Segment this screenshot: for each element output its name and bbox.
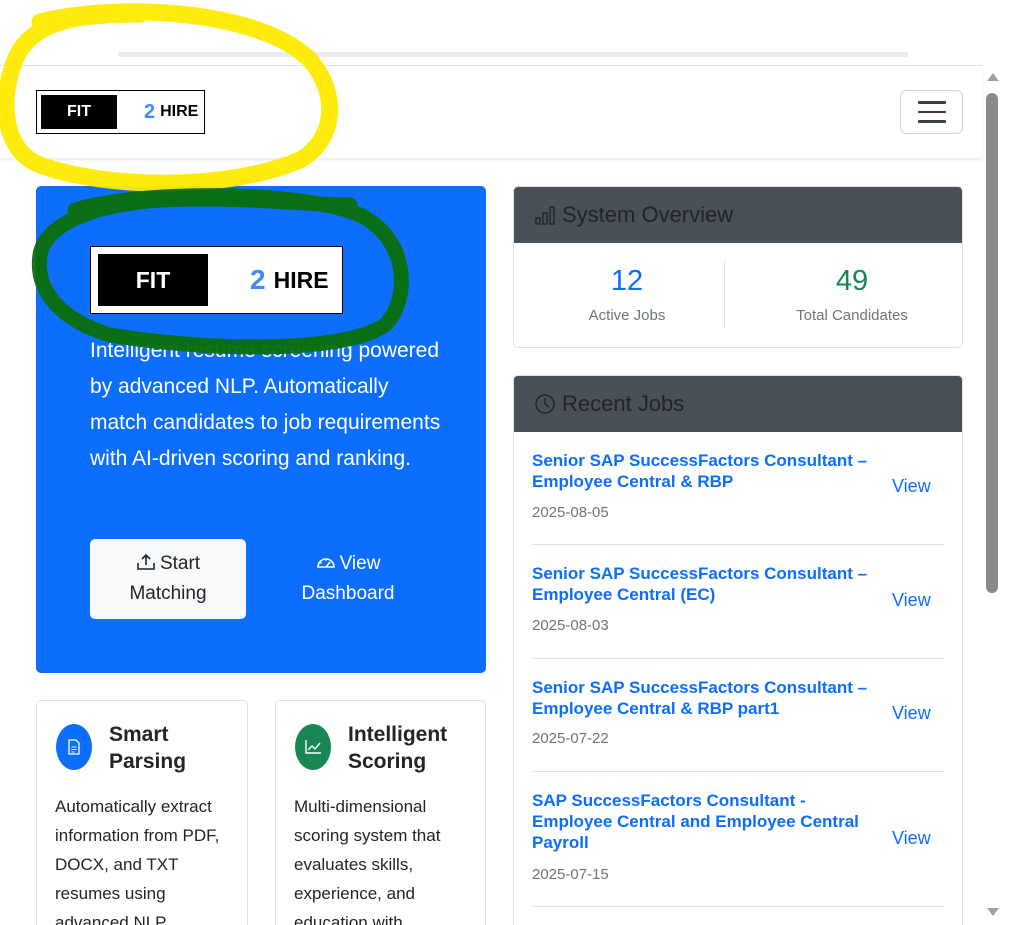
job-title-line: Senior SAP SuccessFactors Consultant – [532,564,868,583]
feature-card-intelligent-scoring: Intelligent Scoring Multi-dimensional sc… [275,700,486,925]
job-date: 2025-07-22 [532,730,609,747]
job-title-link[interactable]: Senior SAP SuccessFactors Consultant – E… [532,677,877,719]
job-view-link[interactable]: View [892,703,931,724]
stat-divider [724,261,725,329]
feature-icon-badge [295,724,331,770]
logo-fit-text: FIT [41,95,117,129]
feature-title-line2: Scoring [348,750,427,773]
job-list-item: Senior SAP SuccessFactors Consultant – E… [532,659,944,772]
recent-jobs-card: Recent Jobs Senior SAP SuccessFactors Co… [513,375,963,925]
job-date: 2025-08-05 [532,504,609,521]
stat-total-candidates: 49 Total Candidates [740,247,962,324]
job-view-link[interactable]: View [892,590,931,611]
navbar-brand-logo[interactable]: FIT 2 HIRE [36,90,205,134]
hamburger-menu-icon [917,120,946,123]
job-list-item: Senior SAP SuccessFactors Consultant – E… [532,545,944,659]
job-date: 2025-07-15 [532,866,609,883]
system-overview-card: System Overview 12 Active Jobs 49 Total … [513,186,963,348]
logo-hire-text: HIRE [160,103,199,120]
feature-title: Smart Parsing [109,721,247,775]
feature-card-smart-parsing: Smart Parsing Automatically extract info… [36,700,248,925]
job-title-link[interactable]: SAP SuccessFactors Consultant - Employee… [532,790,877,853]
scrollbar-thumb[interactable] [986,93,998,593]
hero-logo-fit-text: FIT [98,254,208,306]
vertical-scrollbar[interactable] [984,66,1001,925]
job-title-line: Employee Central (EC) [532,585,716,604]
hero-logo-hire-text: HIRE [273,266,329,293]
job-title-line: Employee Central and Employee Central [532,812,859,831]
job-title-line: Senior SAP SuccessFactors Consultant – [532,451,868,470]
logo-two-text: 2 [144,100,156,123]
start-matching-button[interactable]: Start Matching [90,539,246,619]
job-title-line: Employee Central & RBP [532,472,734,491]
system-overview-header: System Overview [514,187,962,243]
feature-title-line1: Smart [109,723,169,746]
system-overview-title: System Overview [562,202,734,227]
job-title-link[interactable]: Senior SAP SuccessFactors Consultant – E… [532,563,877,605]
dashboard-button-line1: View [339,553,381,574]
recent-jobs-title: Recent Jobs [562,391,685,416]
stat-value: 49 [835,265,869,297]
hero-brand-logo: FIT 2 HIRE [90,246,343,314]
bar-chart-icon [535,206,555,225]
speedometer-icon [316,558,335,568]
document-icon [68,739,80,755]
job-date: 2025-08-03 [532,617,609,634]
job-title-line: Employee Central & RBP part1 [532,699,780,718]
job-title-line: Senior SAP SuccessFactors Consultant – [532,678,868,697]
job-view-link[interactable]: View [892,828,931,849]
recent-jobs-header: Recent Jobs [514,376,962,432]
feature-title-line1: Intelligent [348,723,448,746]
job-list-item: SAP SuccessFactors Consultant - Employee… [532,772,944,907]
feature-title: Intelligent Scoring [348,721,485,775]
job-list-item: Senior SAP SuccessFactors Consultant – E… [532,432,944,545]
feature-description: Multi-dimensional scoring system that ev… [294,797,441,925]
upload-icon [137,553,155,570]
graph-up-icon [305,740,321,754]
feature-description: Automatically extract information from P… [55,797,220,925]
navbar-toggler-button[interactable] [900,90,963,134]
start-button-line2: Matching [129,583,207,604]
hero-description: Intelligent resume screening powered by … [90,339,441,470]
feature-icon-badge [56,724,92,770]
stat-label: Active Jobs [588,307,666,324]
clock-icon [535,394,555,414]
hero-logo-two-text: 2 [250,264,266,295]
scroll-down-arrow-icon[interactable] [987,908,999,916]
job-title-line: SAP SuccessFactors Consultant - [532,791,806,810]
dashboard-button-line2: Dashboard [301,583,395,604]
job-title-link[interactable]: Senior SAP SuccessFactors Consultant – E… [532,450,877,492]
view-dashboard-button[interactable]: View Dashboard [273,539,423,619]
feature-title-line2: Parsing [109,750,187,773]
job-title-line: Payroll [532,833,589,852]
hamburger-menu-icon [917,110,946,114]
stat-label: Total Candidates [796,307,908,324]
start-button-line1: Start [159,553,201,574]
stat-active-jobs: 12 Active Jobs [514,247,740,324]
hamburger-menu-icon [917,101,946,104]
scroll-up-arrow-icon[interactable] [987,73,999,81]
job-view-link[interactable]: View [892,476,931,497]
browser-top-strip [118,52,908,57]
stat-value: 12 [610,265,644,297]
